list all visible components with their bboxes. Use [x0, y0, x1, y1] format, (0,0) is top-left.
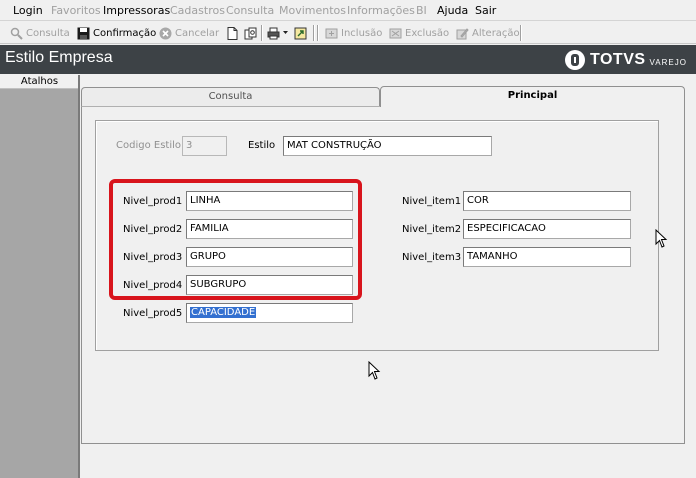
alteracao-button[interactable]: Alteração: [456, 25, 520, 41]
toolbar-separator: [313, 25, 315, 41]
edit-record-icon: [456, 27, 469, 39]
copy-document-button[interactable]: [244, 25, 257, 41]
delete-record-icon: [389, 28, 402, 38]
window-titlebar: Estilo Empresa TOTVS VAREJO: [0, 45, 696, 74]
menu-ajuda[interactable]: Ajuda: [437, 4, 468, 17]
menu-consulta[interactable]: Consulta: [226, 4, 274, 17]
save-icon: [77, 27, 90, 39]
new-document-icon: [227, 26, 238, 40]
nivel-item3-label: Nivel_item3: [402, 252, 462, 263]
printer-icon: [267, 27, 280, 39]
codigo-estilo-label: Codigo Estilo: [116, 140, 181, 151]
mouse-cursor-icon: [655, 229, 668, 248]
menu-favoritos[interactable]: Favoritos: [51, 4, 101, 17]
exclusao-label: Exclusão: [405, 27, 450, 39]
toolbar-separator: [317, 25, 319, 41]
estilo-label: Estilo: [248, 140, 276, 151]
menu-movimentos[interactable]: Movimentos: [279, 4, 346, 17]
toolbar-separator: [261, 25, 263, 41]
codigo-estilo-field[interactable]: 3: [182, 136, 227, 156]
totvs-logo-icon: [565, 50, 585, 70]
chevron-down-icon: [283, 31, 288, 34]
menu-impressoras[interactable]: Impressoras: [103, 4, 170, 17]
nivel-prod5-label: Nivel_prod5: [123, 308, 183, 319]
add-record-icon: [325, 28, 338, 38]
menu-login[interactable]: Login: [13, 4, 43, 17]
shortcuts-sidebar: Atalhos: [0, 75, 79, 478]
highlight-box: [109, 179, 362, 300]
tab-consulta[interactable]: Consulta: [81, 87, 380, 106]
menu-cadastros[interactable]: Cadastros: [170, 4, 225, 17]
consulta-label: Consulta: [26, 27, 70, 39]
selected-text: CAPACIDADE: [190, 307, 257, 318]
totvs-logo: TOTVS VAREJO: [565, 50, 687, 70]
confirmacao-button[interactable]: Confirmação: [77, 25, 156, 41]
exclusao-button[interactable]: Exclusão: [389, 25, 449, 41]
print-button[interactable]: [267, 25, 288, 41]
menu-sair[interactable]: Sair: [475, 4, 496, 17]
toolbar: Consulta Confirmação Cancelar Inclusão E…: [0, 22, 696, 44]
menu-bar: Login Favoritos Impressoras Cadastros Co…: [0, 0, 696, 21]
cancelar-label: Cancelar: [175, 27, 220, 39]
new-document-button[interactable]: [226, 25, 239, 41]
nivel-item1-label: Nivel_item1: [402, 196, 462, 207]
nivel-item3-field[interactable]: TAMANHO: [463, 247, 631, 267]
logo-subtitle: VAREJO: [649, 57, 687, 67]
cancelar-button[interactable]: Cancelar: [159, 25, 219, 41]
search-icon: [10, 27, 23, 40]
toolbar-separator: [520, 25, 522, 41]
menu-informacoes[interactable]: Informações: [347, 4, 415, 17]
nivel-item2-label: Nivel_item2: [402, 224, 462, 235]
inclusao-button[interactable]: Inclusão: [325, 25, 382, 41]
export-icon: [294, 27, 307, 39]
confirmacao-label: Confirmação: [93, 27, 157, 39]
tab-principal[interactable]: Principal: [380, 86, 685, 107]
sidebar-header: Atalhos: [0, 75, 79, 89]
copy-document-icon: [244, 27, 257, 39]
consulta-button[interactable]: Consulta: [10, 25, 70, 41]
nivel-item1-field[interactable]: COR: [463, 191, 631, 211]
alteracao-label: Alteração: [472, 27, 520, 39]
mouse-cursor-icon: [368, 361, 381, 380]
attach-button[interactable]: [294, 25, 307, 41]
menu-bi[interactable]: BI: [416, 4, 427, 17]
nivel-item2-field[interactable]: ESPECIFICACAO: [463, 219, 631, 239]
window-title: Estilo Empresa: [5, 49, 113, 66]
inclusao-label: Inclusão: [341, 27, 383, 39]
cancel-icon: [159, 27, 172, 39]
estilo-field[interactable]: MAT CONSTRUÇÃO: [283, 136, 492, 156]
nivel-prod5-field[interactable]: CAPACIDADE: [186, 303, 353, 323]
logo-brand: TOTVS: [590, 51, 646, 68]
